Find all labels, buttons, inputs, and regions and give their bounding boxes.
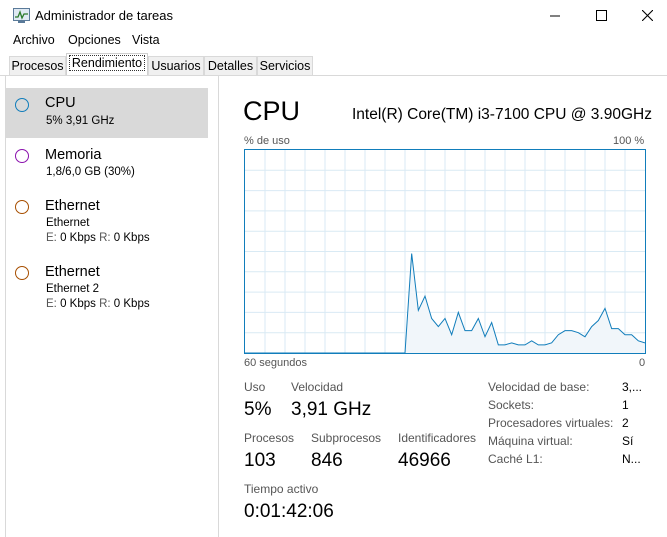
- tab-label: Servicios: [259, 59, 311, 73]
- resource-ethernet-2[interactable]: Ethernet Ethernet 2 E: 0 Kbps R: 0 Kbps: [5, 259, 208, 319]
- recv-label: R:: [99, 232, 111, 244]
- procesos-label: Procesos: [244, 431, 295, 445]
- base-speed-label: Velocidad de base:: [488, 380, 590, 394]
- tab-label: Procesos: [11, 59, 64, 73]
- task-manager-icon: [13, 8, 30, 23]
- graph-x-label: 60 segundos: [244, 357, 307, 369]
- graph-y-max: 100 %: [613, 135, 645, 147]
- subprocesos-value: 846: [311, 450, 343, 471]
- adapter-name: Ethernet 2: [46, 283, 100, 295]
- velocidad-value: 3,91 GHz: [291, 399, 372, 420]
- tiempo-activo-value: 0:01:42:06: [244, 501, 334, 522]
- tab-label: Rendimiento: [68, 55, 146, 71]
- virtual-processors-value: 2: [622, 416, 629, 430]
- tab-usuarios[interactable]: Usuarios: [148, 56, 204, 76]
- velocidad-label: Velocidad: [291, 380, 344, 394]
- sockets-label: Sockets:: [488, 398, 535, 412]
- memory-indicator-icon: [15, 149, 29, 163]
- resource-memoria[interactable]: Memoria 1,8/6,0 GB (30%): [5, 142, 208, 190]
- resource-name: Ethernet: [45, 198, 100, 214]
- maximize-button[interactable]: [578, 0, 624, 31]
- tab-rendimiento[interactable]: Rendimiento: [66, 53, 148, 76]
- sockets-value: 1: [622, 398, 629, 412]
- resource-name: CPU: [45, 95, 76, 111]
- send-value: 0 Kbps: [60, 298, 96, 310]
- tab-servicios[interactable]: Servicios: [257, 56, 313, 76]
- minimize-button[interactable]: [532, 0, 578, 31]
- menu-bar: Archivo Opciones Vista: [0, 31, 667, 51]
- resource-summary: 5% 3,91 GHz: [46, 115, 115, 127]
- resource-name: Ethernet: [45, 264, 100, 280]
- cpu-usage-graph: [244, 149, 646, 354]
- identificadores-label: Identificadores: [398, 431, 477, 445]
- virtual-processors-label: Procesadores virtuales:: [488, 416, 614, 430]
- virtual-machine-label: Máquina virtual:: [488, 434, 573, 448]
- throughput: E: 0 Kbps R: 0 Kbps: [46, 298, 150, 310]
- tab-label: Detalles: [207, 59, 254, 73]
- adapter-name: Ethernet: [46, 217, 90, 229]
- graph-x-min: 0: [639, 357, 646, 369]
- identificadores-value: 46966: [398, 450, 451, 471]
- uso-value: 5%: [244, 399, 272, 420]
- tab-procesos[interactable]: Procesos: [9, 56, 66, 76]
- close-button[interactable]: [624, 0, 667, 31]
- menu-archivo[interactable]: Archivo: [13, 33, 55, 47]
- send-value: 0 Kbps: [60, 232, 96, 244]
- cpu-indicator-icon: [15, 98, 29, 112]
- maximize-icon: [595, 10, 607, 21]
- graph-y-label: % de uso: [244, 135, 290, 147]
- minimize-icon: [550, 15, 560, 16]
- tab-label: Usuarios: [151, 59, 201, 73]
- menu-vista[interactable]: Vista: [132, 33, 160, 47]
- resource-ethernet-1[interactable]: Ethernet Ethernet E: 0 Kbps R: 0 Kbps: [5, 193, 208, 253]
- close-icon: [641, 10, 653, 21]
- cpu-model: Intel(R) Core(TM) i3-7100 CPU @ 3.90GHz: [352, 106, 652, 123]
- cpu-usage-chart: [245, 150, 645, 353]
- l1-cache-value: N...: [622, 452, 641, 466]
- l1-cache-label: Caché L1:: [488, 452, 543, 466]
- base-speed-value: 3,...: [622, 380, 643, 394]
- recv-value: 0 Kbps: [113, 298, 150, 310]
- resource-summary: 1,8/6,0 GB (30%): [46, 166, 135, 178]
- tab-detalles[interactable]: Detalles: [204, 56, 257, 76]
- resource-name: Memoria: [45, 147, 102, 163]
- virtual-machine-value: Sí: [622, 434, 634, 448]
- ethernet-indicator-icon: [15, 200, 29, 214]
- throughput: E: 0 Kbps R: 0 Kbps: [46, 232, 150, 244]
- procesos-value: 103: [244, 450, 276, 471]
- window-title: Administrador de tareas: [35, 8, 174, 23]
- ethernet-indicator-icon: [15, 266, 29, 280]
- recv-label: R:: [99, 298, 111, 310]
- recv-value: 0 Kbps: [113, 232, 150, 244]
- send-label: E:: [46, 298, 57, 310]
- tiempo-activo-label: Tiempo activo: [244, 482, 319, 496]
- page-title: CPU: [243, 96, 301, 126]
- uso-label: Uso: [244, 380, 266, 394]
- subprocesos-label: Subprocesos: [311, 431, 382, 445]
- tab-bar: Procesos Rendimiento Usuarios Detalles S…: [0, 52, 667, 76]
- panel-divider: [218, 76, 219, 537]
- resource-cpu[interactable]: CPU 5% 3,91 GHz: [5, 88, 208, 138]
- send-label: E:: [46, 232, 57, 244]
- title-bar: Administrador de tareas: [0, 0, 667, 31]
- menu-opciones[interactable]: Opciones: [68, 33, 121, 47]
